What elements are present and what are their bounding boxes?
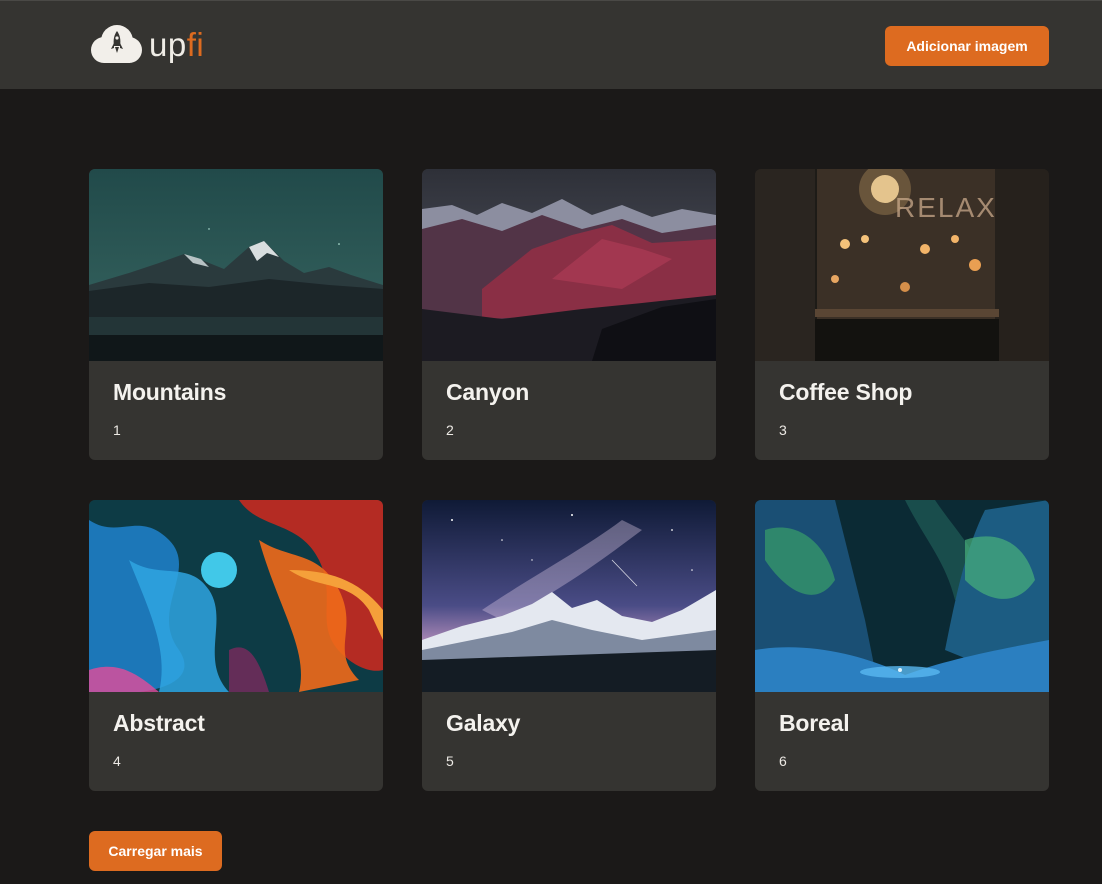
card-description: 5 <box>446 753 454 769</box>
svg-text:RELAX: RELAX <box>895 192 997 223</box>
mountains-photo <box>89 169 383 361</box>
card-description: 2 <box>446 422 454 438</box>
upfi-logo[interactable]: upfi <box>89 23 204 67</box>
image-card-abstract[interactable]: Abstract 4 <box>89 500 383 791</box>
card-description: 1 <box>113 422 121 438</box>
boreal-photo <box>755 500 1049 692</box>
load-more-button[interactable]: Carregar mais <box>89 831 222 871</box>
card-title: Abstract <box>113 710 205 736</box>
rocket-cloud-icon <box>91 25 142 63</box>
image-card-coffee-shop[interactable]: RELAX Coffee Shop 3 <box>755 169 1049 460</box>
image-card-boreal[interactable]: Boreal 6 <box>755 500 1049 791</box>
card-title: Mountains <box>113 379 227 405</box>
add-image-button[interactable]: Adicionar imagem <box>885 26 1049 66</box>
card-title: Coffee Shop <box>779 379 913 405</box>
image-card-canyon[interactable]: Canyon 2 <box>422 169 716 460</box>
card-description: 3 <box>779 422 787 438</box>
canyon-photo <box>422 169 716 361</box>
card-title: Canyon <box>446 379 530 405</box>
card-description: 6 <box>779 753 787 769</box>
logo-text: upfi <box>149 26 205 63</box>
top-header: upfi Adicionar imagem <box>0 0 1102 89</box>
galaxy-photo <box>422 500 716 692</box>
abstract-photo <box>89 500 383 692</box>
coffee-shop-photo: RELAX <box>755 169 1049 361</box>
card-title: Galaxy <box>446 710 521 736</box>
card-title: Boreal <box>779 710 850 736</box>
image-card-mountains[interactable]: Mountains 1 <box>89 169 383 460</box>
image-card-galaxy[interactable]: Galaxy 5 <box>422 500 716 791</box>
card-description: 4 <box>113 753 121 769</box>
